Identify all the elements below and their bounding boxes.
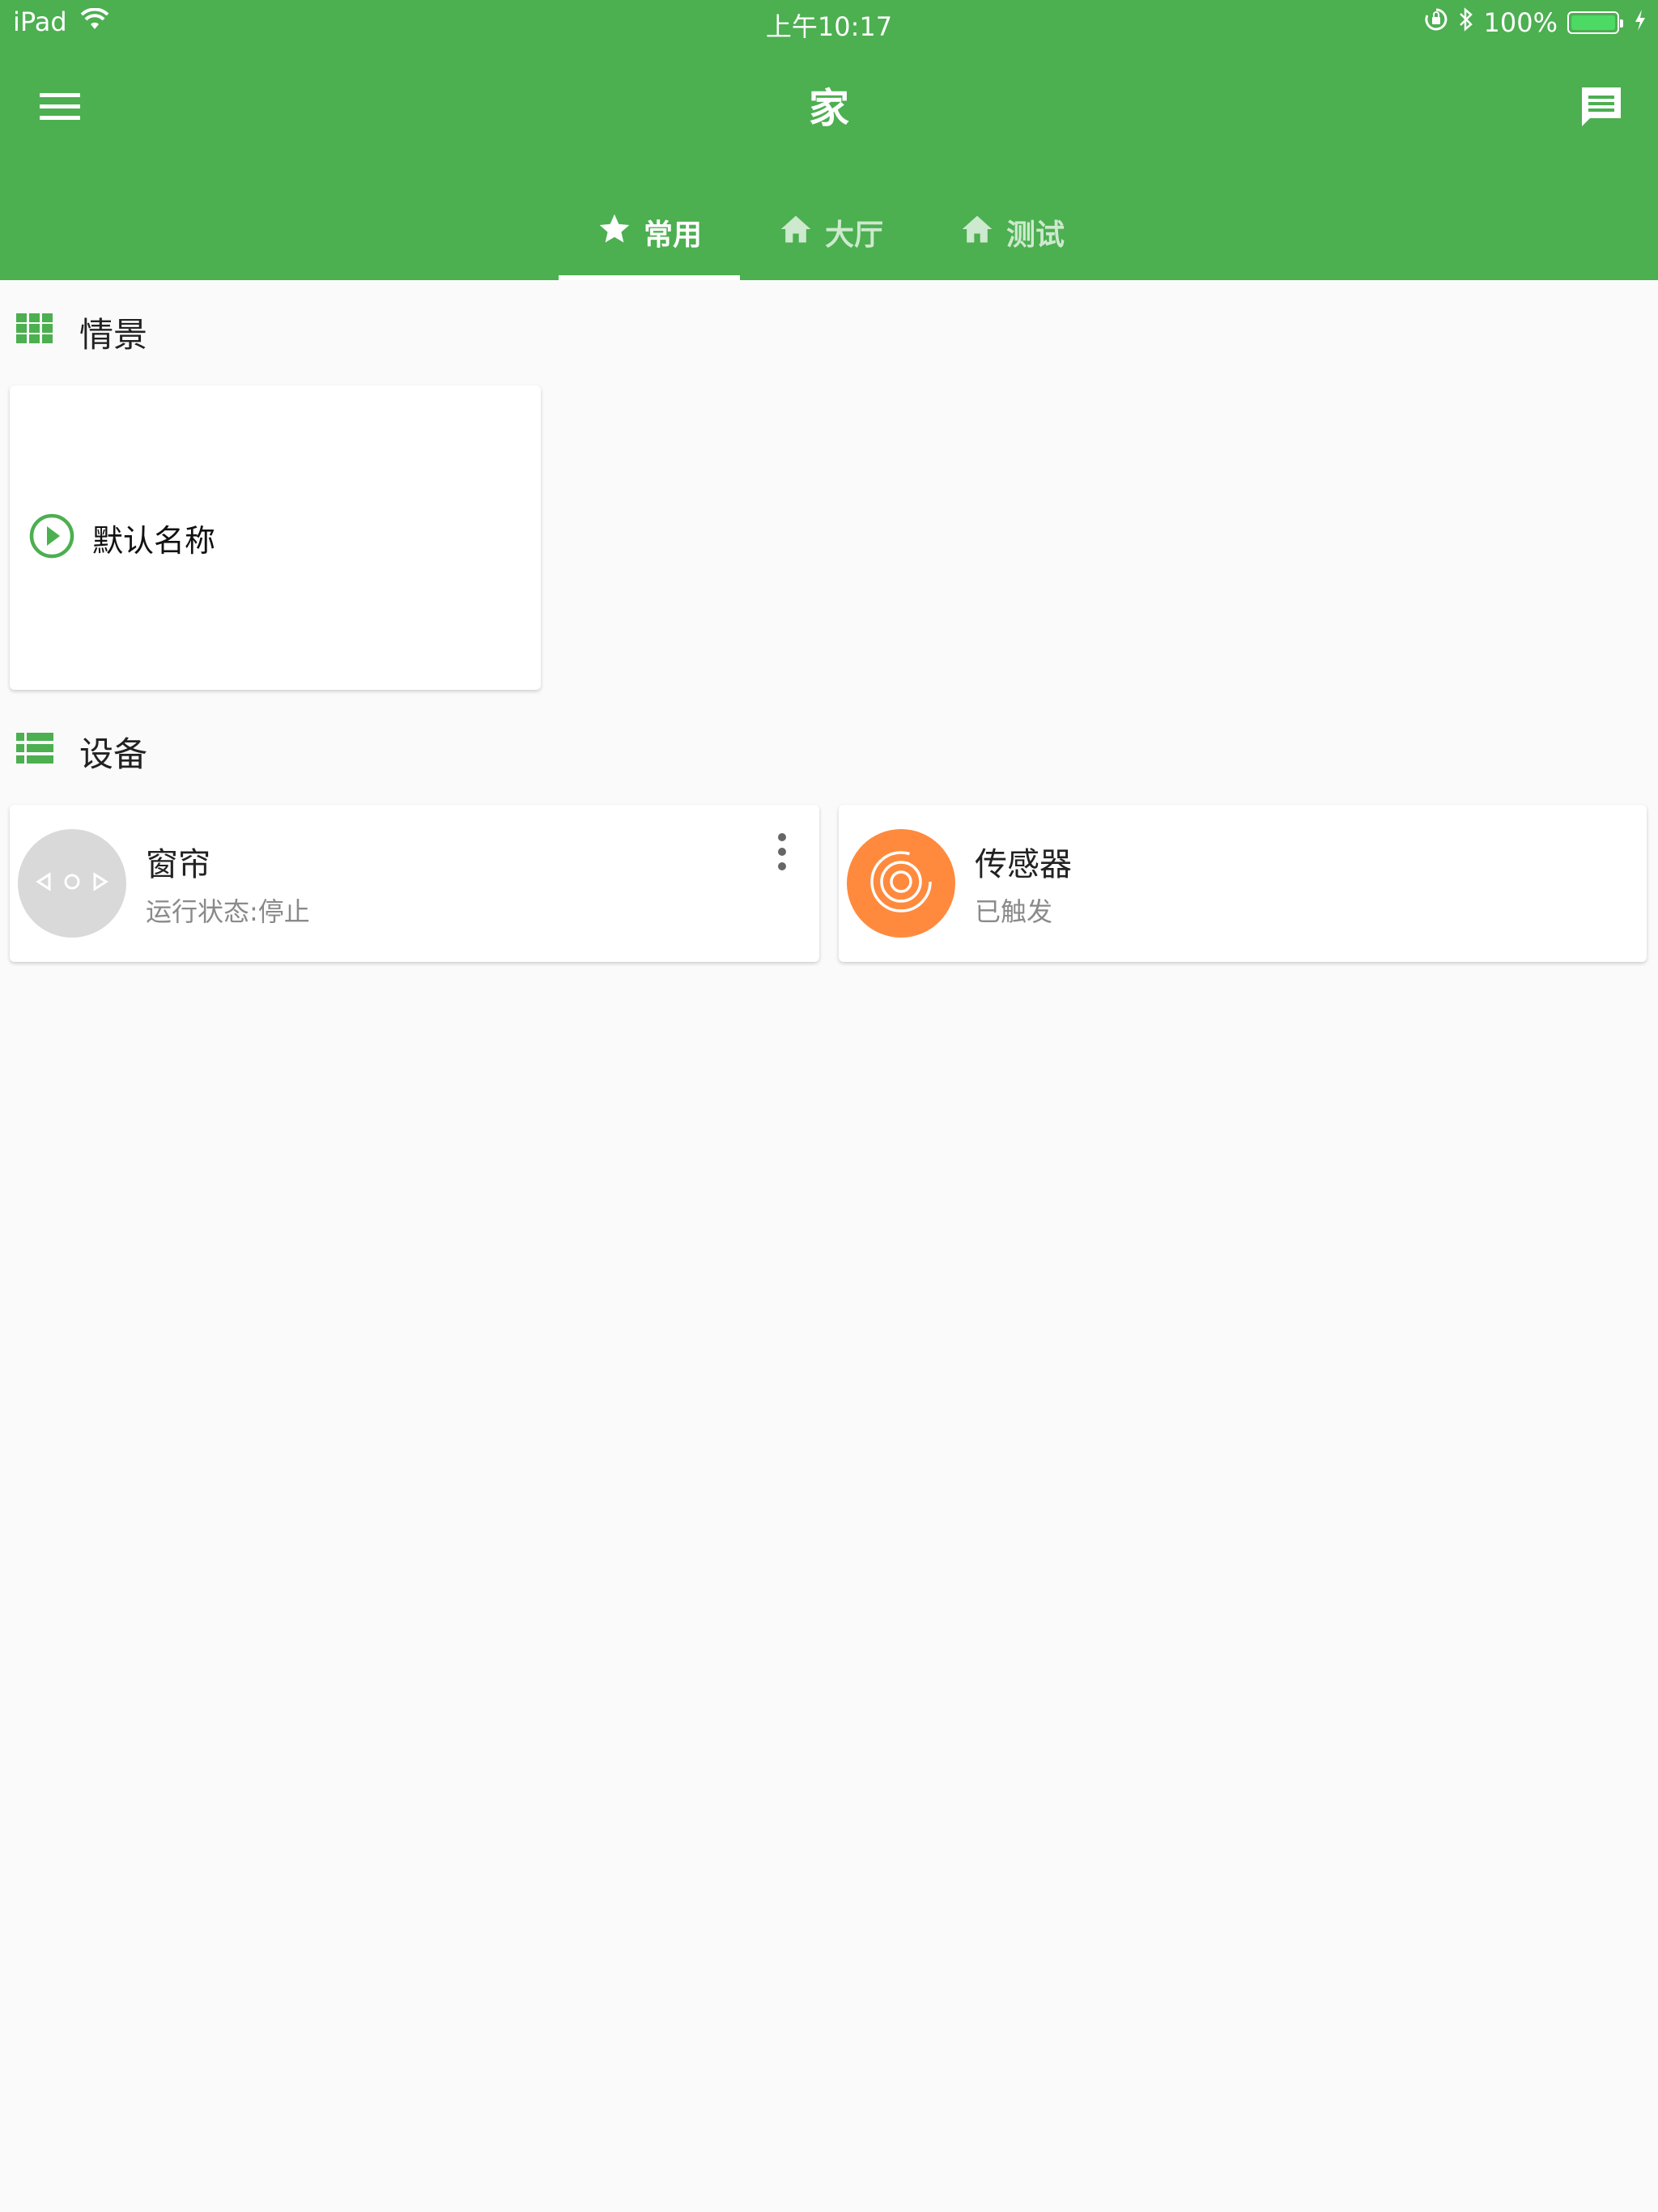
tab-hall[interactable]: 大厅 [740, 185, 921, 280]
rotation-lock-icon [1424, 7, 1448, 38]
devices-header: 设备 [16, 727, 147, 776]
scene-card[interactable]: 默认名称 [10, 385, 541, 690]
curtain-icon [33, 870, 111, 897]
device-card-curtain[interactable]: 窗帘 运行状态:停止 [10, 805, 819, 962]
sensor-icon [867, 848, 935, 919]
device-avatar [18, 829, 126, 938]
device-status: 运行状态:停止 [146, 896, 310, 927]
device-name: 窗帘 [146, 846, 210, 883]
battery-percent: 100% [1483, 7, 1558, 38]
list-icon [16, 732, 53, 772]
device-avatar [847, 829, 955, 938]
battery-fill [1571, 15, 1615, 30]
status-right: 100% [1424, 6, 1647, 39]
device-text: 传感器 已触发 [975, 838, 1072, 929]
scenes-header: 情景 [16, 308, 147, 357]
more-vert-icon [777, 832, 787, 874]
charging-icon [1634, 7, 1647, 38]
home-icon [778, 211, 814, 254]
status-time: 上午10:17 [765, 11, 893, 42]
tab-favorites[interactable]: 常用 [559, 185, 740, 280]
tab-label: 测试 [1005, 219, 1065, 252]
status-bar: iPad 上午10:17 100% [0, 0, 1658, 44]
menu-button[interactable] [19, 68, 100, 149]
message-icon [1579, 84, 1624, 133]
app-header: iPad 上午10:17 100% 家 常用 大厅 测试 [0, 0, 1658, 280]
tab-label: 常用 [643, 219, 702, 252]
page-title: 家 [809, 85, 849, 132]
tab-bar: 常用 大厅 测试 [0, 185, 1658, 280]
home-icon [959, 211, 995, 254]
scene-name: 默认名称 [92, 522, 216, 559]
device-name: 传感器 [975, 846, 1072, 883]
more-options-button[interactable] [766, 829, 798, 878]
message-button[interactable] [1561, 68, 1642, 149]
grid-icon [16, 313, 53, 352]
app-bar: 家 [0, 44, 1658, 164]
play-circle-icon[interactable] [29, 513, 74, 562]
scenes-title: 情景 [79, 315, 148, 355]
battery-icon [1567, 11, 1623, 34]
star-icon [597, 211, 632, 254]
bluetooth-icon [1458, 6, 1474, 39]
device-card-sensor[interactable]: 传感器 已触发 [839, 805, 1647, 962]
tab-test[interactable]: 测试 [921, 185, 1103, 280]
device-status: 已触发 [975, 896, 1053, 927]
device-text: 窗帘 运行状态:停止 [146, 838, 310, 929]
menu-icon [40, 91, 80, 125]
devices-title: 设备 [79, 734, 148, 774]
tab-label: 大厅 [824, 219, 883, 252]
